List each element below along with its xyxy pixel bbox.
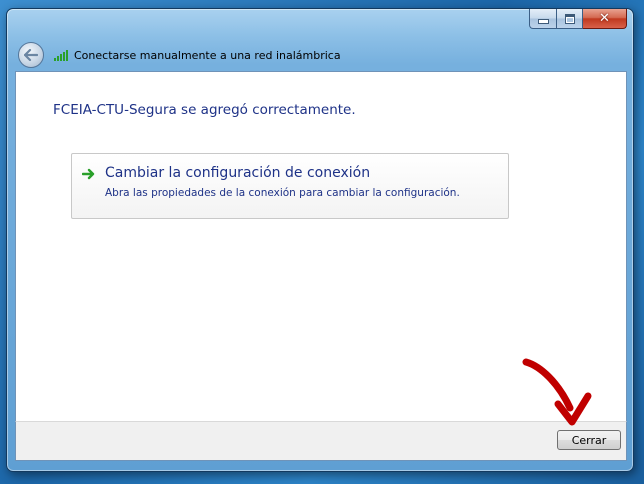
green-arrow-icon [82,168,95,180]
close-button[interactable]: Cerrar [557,430,621,450]
change-connection-settings-option[interactable]: Cambiar la configuración de conexión Abr… [71,153,509,219]
success-message: FCEIA-CTU-Segura se agregó correctamente… [53,102,356,118]
back-arrow-icon [24,49,38,61]
back-button[interactable] [18,42,44,68]
close-window-button[interactable]: ✕ [583,9,627,29]
maximize-icon [564,13,575,24]
close-icon: ✕ [599,11,610,26]
dialog-footer: Cerrar [15,421,627,461]
caption-buttons: ✕ [529,9,627,29]
window-title: Conectarse manualmente a una red inalámb… [74,48,341,62]
maximize-button[interactable] [557,9,583,29]
minimize-button[interactable] [529,9,557,29]
dialog-window: ✕ Conectarse manualmente a una red inalá… [6,8,634,472]
wizard-titlebar: Conectarse manualmente a una red inalámb… [15,41,625,69]
wireless-signal-icon [54,49,68,61]
minimize-icon [537,19,549,24]
content-panel: FCEIA-CTU-Segura se agregó correctamente… [15,71,627,423]
option-title: Cambiar la configuración de conexión [105,165,371,181]
option-description: Abra las propiedades de la conexión para… [105,187,460,199]
